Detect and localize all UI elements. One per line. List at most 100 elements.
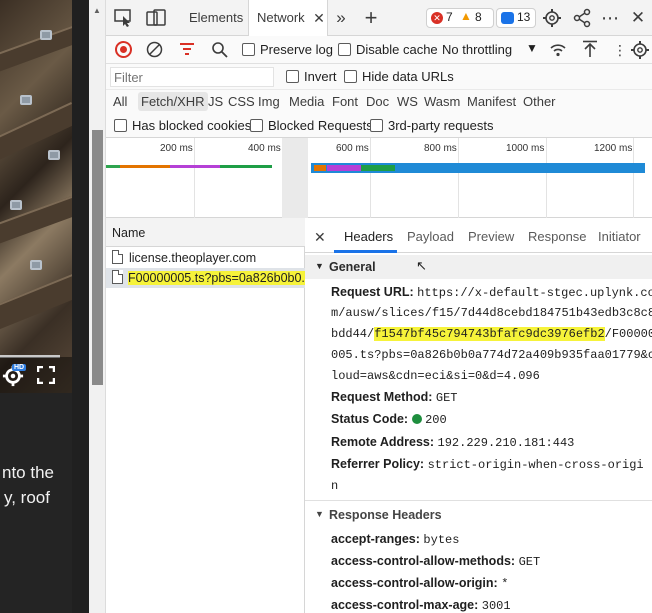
timeline-bar [120, 165, 170, 168]
web-page-area: HD nto the y, roof [0, 0, 89, 613]
request-url-label: Request URL: [331, 285, 414, 299]
tab-initiator[interactable]: Initiator [598, 229, 641, 244]
video-frame-detail [0, 102, 72, 160]
type-all[interactable]: All [113, 94, 127, 109]
device-toolbar-icon[interactable] [146, 9, 166, 27]
type-css[interactable]: CSS [228, 94, 255, 109]
blocked-requests-label: Blocked Requests [268, 118, 373, 133]
network-conditions-wifi-icon[interactable] [549, 41, 567, 58]
dropdown-arrow-icon: ▼ [526, 41, 538, 55]
remote-address-row: Remote Address: 192.229.210.181:443 [331, 435, 574, 450]
type-doc[interactable]: Doc [366, 94, 389, 109]
video-player[interactable] [0, 0, 72, 393]
more-options-icon[interactable]: ⋯ [600, 8, 620, 28]
fullscreen-icon[interactable] [37, 366, 55, 384]
video-frame-detail [10, 200, 22, 210]
request-row[interactable]: license.theoplayer.com [106, 248, 305, 268]
type-media[interactable]: Media [289, 94, 324, 109]
import-har-upload-icon[interactable] [582, 40, 598, 58]
type-wasm[interactable]: Wasm [424, 94, 460, 109]
timeline-gridline [194, 138, 195, 218]
throttling-select[interactable]: No throttling ▼ [436, 40, 544, 60]
type-ws[interactable]: WS [397, 94, 418, 109]
url-highlighted-fragment: f1547bf45c794743bfafc9dc3976efb2 [374, 327, 605, 341]
type-manifest[interactable]: Manifest [467, 94, 516, 109]
video-frame-detail [40, 30, 52, 40]
timeline-tick-label: 1200 ms [594, 143, 633, 154]
response-headers-section-header[interactable]: ▼ Response Headers [305, 503, 652, 527]
timeline-tick-label: 1000 ms [506, 143, 545, 154]
video-frame-detail [30, 260, 42, 270]
response-header-row: access-control-allow-origin: * [331, 576, 508, 591]
hide-data-urls-checkbox[interactable] [344, 70, 357, 83]
close-details-icon[interactable]: ✕ [314, 229, 326, 246]
request-name: license.theoplayer.com [129, 251, 257, 265]
tab-preview[interactable]: Preview [468, 229, 514, 244]
tab-response[interactable]: Response [528, 229, 587, 244]
general-section-header[interactable]: ▼ General [305, 255, 652, 279]
third-party-requests-label: 3rd-party requests [388, 118, 494, 133]
third-party-requests-checkbox[interactable] [370, 119, 383, 132]
tab-payload[interactable]: Payload [407, 229, 454, 244]
warning-count: 8 [475, 10, 482, 24]
has-blocked-cookies-checkbox[interactable] [114, 119, 127, 132]
close-tab-icon[interactable]: ✕ [309, 8, 329, 28]
status-code-label: Status Code: [331, 412, 409, 426]
record-icon [120, 46, 127, 53]
response-header-key: access-control-allow-origin: [331, 576, 498, 590]
add-tab-plus-icon[interactable]: + [361, 7, 381, 29]
network-settings-gear-icon[interactable] [630, 40, 650, 60]
referrer-policy-label: Referrer Policy: [331, 457, 425, 471]
request-url-line: https://x-default-stgec.uplynk.co [417, 286, 652, 300]
close-devtools-icon[interactable]: ✕ [628, 8, 648, 28]
settings-gear-icon[interactable] [542, 8, 562, 28]
throttling-value: No throttling [442, 42, 513, 57]
video-frame-detail [0, 25, 72, 73]
more-tabs-chevron-icon[interactable]: » [331, 8, 351, 28]
preserve-log-checkbox[interactable] [242, 43, 255, 56]
article-line: nto the [2, 463, 54, 482]
divider [305, 500, 652, 501]
issues-counter[interactable]: ✕ 7 ▲ 8 [426, 8, 494, 28]
search-icon[interactable] [211, 41, 228, 58]
disable-cache-checkbox[interactable] [338, 43, 351, 56]
info-count: 13 [517, 10, 531, 24]
response-header-key: access-control-allow-methods: [331, 554, 516, 568]
timeline-selection [282, 138, 308, 218]
filter-input[interactable] [110, 67, 274, 87]
inspect-element-icon[interactable] [114, 9, 134, 27]
clear-icon[interactable] [146, 41, 163, 58]
video-frame-detail [20, 95, 32, 105]
url-fragment: bdd44/ [331, 327, 375, 341]
timeline-tick-label: 400 ms [248, 143, 281, 154]
type-js[interactable]: JS [208, 94, 223, 109]
record-button[interactable] [115, 41, 132, 58]
customize-share-icon[interactable] [572, 8, 592, 28]
type-font[interactable]: Font [332, 94, 358, 109]
scroll-up-arrow-icon[interactable]: ▲ [93, 6, 101, 15]
invert-checkbox[interactable] [286, 70, 299, 83]
error-icon: ✕ [431, 12, 443, 24]
type-img[interactable]: Img [258, 94, 280, 109]
blocked-requests-checkbox[interactable] [250, 119, 263, 132]
type-other[interactable]: Other [523, 94, 556, 109]
info-counter[interactable]: 13 [496, 8, 536, 28]
type-fetch-xhr[interactable]: Fetch/XHR [138, 92, 208, 111]
hd-badge-icon: HD [12, 364, 27, 371]
name-column-header[interactable]: Name [106, 218, 305, 247]
tab-headers[interactable]: Headers [344, 229, 393, 244]
url-fragment: /F00000 [604, 327, 652, 341]
page-scrollbar-thumb[interactable] [92, 130, 103, 385]
has-blocked-cookies-label: Has blocked cookies [132, 118, 252, 133]
video-frame-detail [0, 274, 72, 330]
response-header-key: access-control-max-age: [331, 598, 479, 612]
toolbar-overflow-icon[interactable]: ⋮ [613, 42, 627, 59]
article-line: y, roof [4, 488, 50, 507]
disable-cache-label: Disable cache [356, 42, 438, 57]
tab-elements[interactable]: Elements [181, 0, 251, 36]
request-row-selected[interactable]: F00000005.ts?pbs=0a826b0b0... [106, 268, 305, 288]
request-method-value: GET [435, 391, 458, 405]
collapse-triangle-icon: ▼ [315, 509, 324, 519]
tab-network-label: Network [257, 10, 305, 25]
filter-icon[interactable] [179, 42, 195, 56]
